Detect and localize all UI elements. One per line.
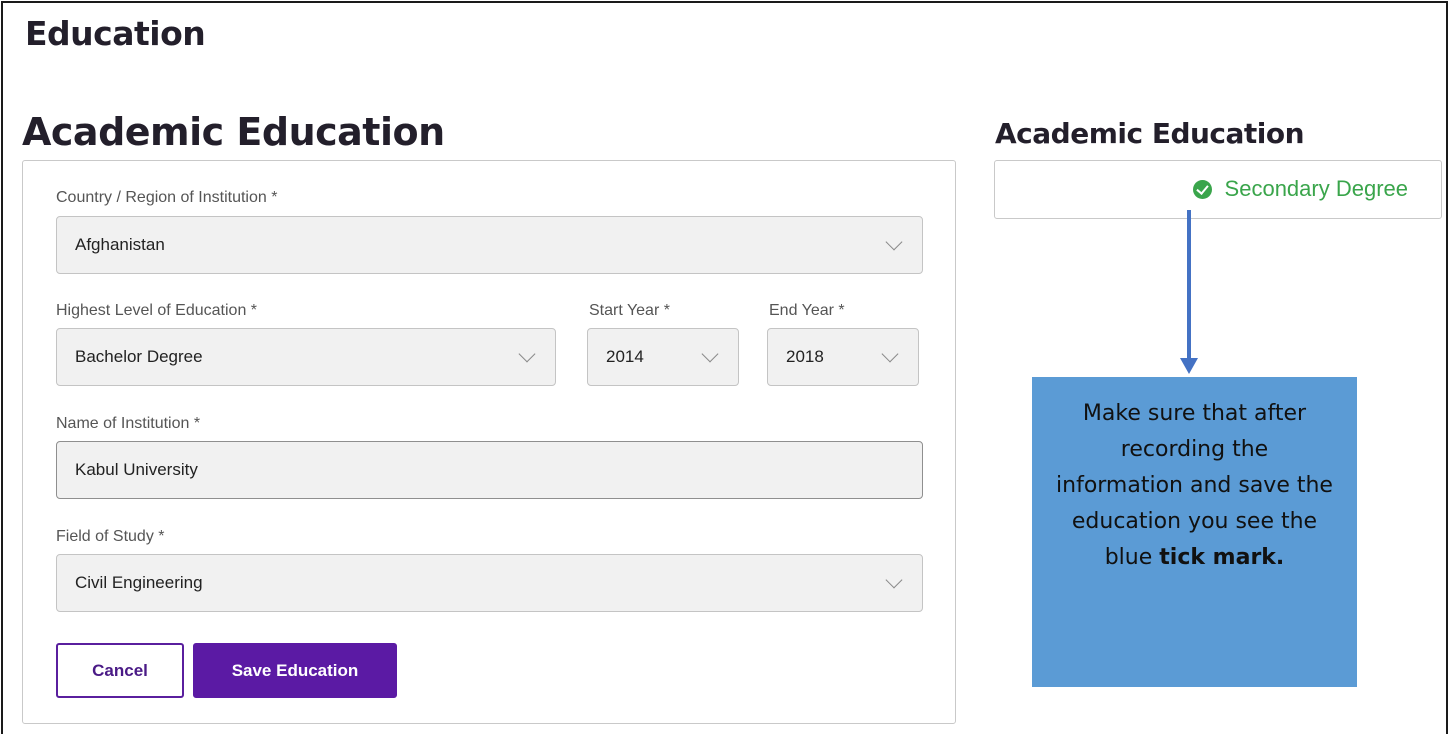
end-year-value: 2018 [786, 347, 824, 366]
annotation-arrow-line [1187, 210, 1191, 360]
education-summary-card: Secondary Degree [994, 160, 1442, 219]
start-year-label: Start Year * [589, 302, 670, 319]
section-title: Academic Education [22, 110, 445, 154]
summary-title: Academic Education [995, 117, 1305, 150]
end-year-select[interactable]: 2018 [767, 328, 919, 386]
arrow-down-icon [1180, 358, 1198, 374]
start-year-select[interactable]: 2014 [587, 328, 739, 386]
secondary-degree-label: Secondary Degree [1224, 176, 1408, 201]
education-level-label: Highest Level of Education * [56, 302, 258, 319]
country-value: Afghanistan [75, 235, 165, 254]
page-title: Education [25, 14, 206, 53]
start-year-value: 2014 [606, 347, 644, 366]
check-circle-icon [1192, 179, 1212, 199]
field-of-study-label: Field of Study * [56, 528, 165, 545]
save-education-button[interactable]: Save Education [193, 643, 397, 698]
institution-label: Name of Institution * [56, 415, 201, 432]
instruction-callout: Make sure that after recording the infor… [1032, 377, 1357, 687]
end-year-label: End Year * [769, 302, 845, 319]
field-of-study-select[interactable]: Civil Engineering [56, 554, 923, 612]
institution-input[interactable]: Kabul University [56, 441, 923, 499]
field-of-study-value: Civil Engineering [75, 573, 203, 592]
country-select[interactable]: Afghanistan [56, 216, 923, 274]
callout-bold-text: tick mark. [1159, 545, 1285, 570]
education-form: Country / Region of Institution * Afghan… [22, 160, 956, 724]
education-level-select[interactable]: Bachelor Degree [56, 328, 556, 386]
country-label: Country / Region of Institution * [56, 189, 278, 206]
secondary-degree-item[interactable]: Secondary Degree [1192, 176, 1408, 202]
education-level-value: Bachelor Degree [75, 347, 203, 366]
cancel-button[interactable]: Cancel [56, 643, 184, 698]
